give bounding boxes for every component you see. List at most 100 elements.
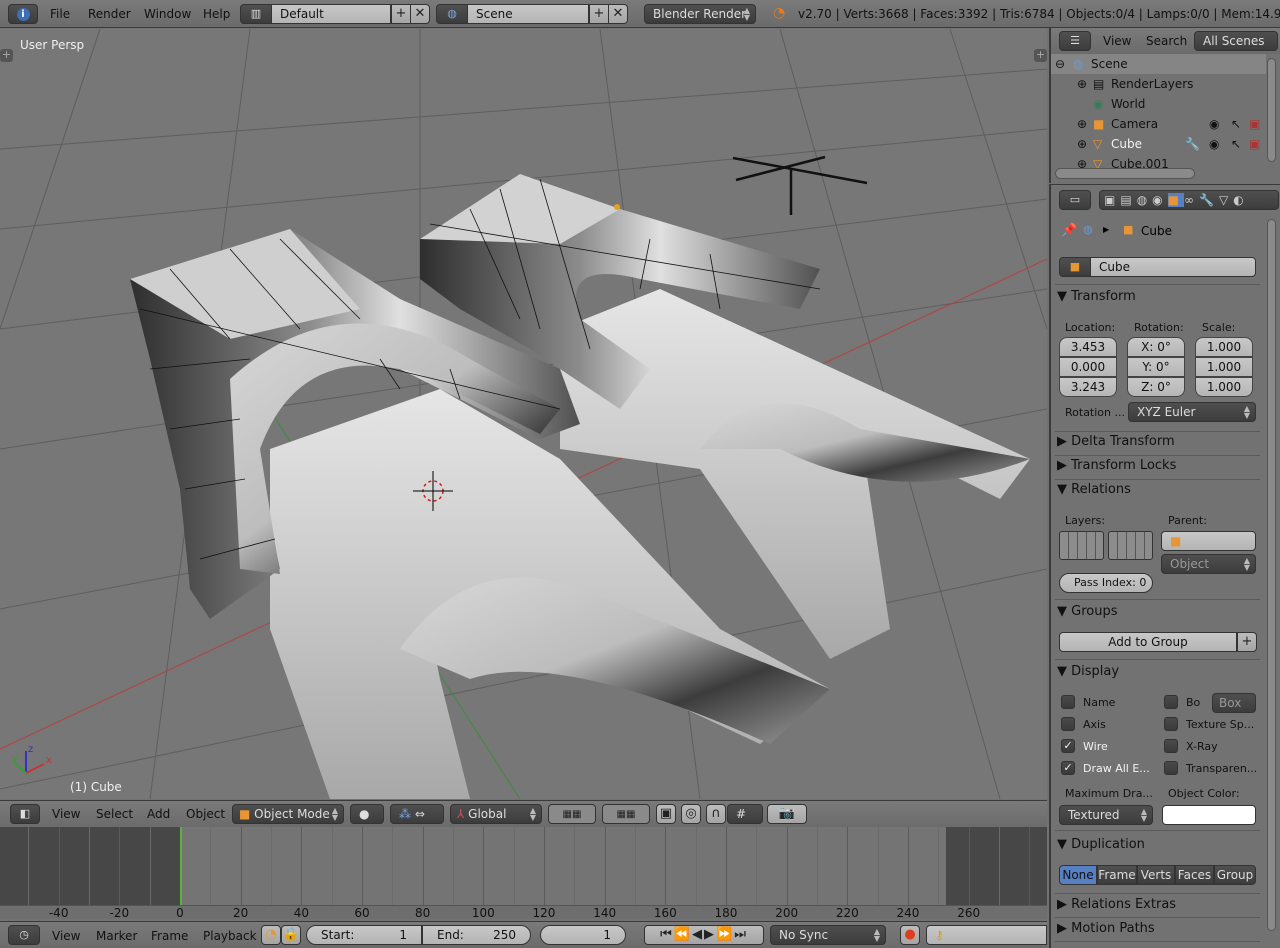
display-mode-dropdown[interactable]: All Scenes [1194, 31, 1278, 51]
sync-mode-dropdown[interactable]: No Sync ▲ ▼ [770, 925, 886, 945]
render-tab-icon[interactable]: ▣ [1104, 193, 1120, 207]
object-browse[interactable]: ■ [1059, 257, 1091, 277]
scene-field[interactable]: Scene [467, 4, 589, 24]
outliner-vscrollbar[interactable] [1267, 58, 1276, 162]
outliner-row-cube[interactable]: ⊕ ▽ Cube 🔧 ◉ ↖ ▣ [1051, 134, 1266, 154]
expand-icon[interactable]: ⊕ [1077, 74, 1087, 94]
menu-file[interactable]: File [50, 7, 70, 21]
jump-start-icon[interactable]: ⏮ [660, 927, 674, 942]
constraints-tab-icon[interactable]: ∞ [1184, 193, 1199, 207]
menu-playback[interactable]: Playback [203, 929, 257, 943]
outliner-hscrollbar[interactable] [1055, 168, 1195, 179]
outliner-row-renderlayers[interactable]: ⊕ ▤ RenderLayers [1051, 74, 1266, 94]
delete-scene-button[interactable]: ✕ [608, 4, 628, 24]
viewport-shading-dropdown[interactable]: ● [350, 804, 384, 824]
scene-tab-icon[interactable]: ◍ [1137, 193, 1152, 207]
render-buttons[interactable]: 📷 [767, 804, 807, 824]
menu-render[interactable]: Render [88, 7, 131, 21]
material-tab-icon[interactable]: ◐ [1233, 193, 1248, 207]
menu-help[interactable]: Help [203, 7, 230, 21]
collapse-icon[interactable]: ⊖ [1055, 54, 1065, 74]
timeline-area[interactable] [0, 827, 1061, 905]
menu-search[interactable]: Search [1146, 34, 1187, 48]
expand-icon[interactable]: ⊕ [1077, 134, 1087, 154]
outliner-row-cube-001[interactable]: ⊕ ▽ Cube.001 [1051, 154, 1266, 168]
properties-vscrollbar[interactable] [1267, 219, 1276, 931]
menu-object[interactable]: Object [186, 807, 225, 821]
expand-icon[interactable]: ⊕ [1077, 114, 1087, 134]
bounds-type-dropdown[interactable]: Box [1212, 693, 1256, 713]
visibility-icon[interactable]: ◉ [1209, 134, 1219, 154]
scale-z-field[interactable]: 1.000 [1195, 377, 1253, 397]
panel-groups-header[interactable]: ▼ Groups [1057, 604, 1257, 619]
object-color-swatch[interactable] [1162, 805, 1256, 825]
snap-element-dropdown[interactable]: # [727, 804, 763, 824]
lock-camera-layers-button[interactable]: ▣ [656, 804, 676, 824]
wire-checkbox[interactable]: ✓ [1061, 739, 1075, 753]
duplication-frame[interactable]: Frame [1097, 865, 1137, 885]
snap-toggle[interactable]: ∩ [706, 804, 726, 824]
playback-controls[interactable]: ⏮⏪◀▶⏩⏭ [644, 925, 764, 945]
context-tabs[interactable]: ▣▤◍◉■∞🔧▽◐ [1099, 190, 1279, 210]
axis-checkbox[interactable] [1061, 717, 1075, 731]
scale-x-field[interactable]: 1.000 [1195, 337, 1253, 357]
menu-view[interactable]: View [52, 807, 80, 821]
add-to-group-button[interactable]: Add to Group [1059, 632, 1237, 652]
panel-transform-locks-header[interactable]: ▶ Transform Locks [1057, 458, 1257, 473]
screen-layout-field[interactable]: Default [271, 4, 391, 24]
texture-space-checkbox[interactable] [1164, 717, 1178, 731]
layers-tab-icon[interactable]: ▤ [1120, 193, 1136, 207]
expand-icon[interactable]: ⊕ [1077, 154, 1087, 168]
start-frame-field[interactable]: Start: 1 [306, 925, 422, 945]
outliner-row-camera[interactable]: ⊕ ■ Camera ◉ ↖ ▣ [1051, 114, 1266, 134]
timeline-ruler[interactable]: -40 -20 0 20 40 60 80 100 120 140 160 180 200 220 240 2… [0, 905, 1047, 920]
panel-transform-header[interactable]: ▼ Transform [1057, 289, 1257, 304]
rotation-x-field[interactable]: X: 0° [1127, 337, 1185, 357]
toolshelf-toggle[interactable]: + [0, 49, 13, 62]
menu-view[interactable]: View [1103, 34, 1131, 48]
transparency-checkbox[interactable] [1164, 761, 1178, 775]
menu-marker[interactable]: Marker [96, 929, 137, 943]
location-z-field[interactable]: 3.243 [1059, 377, 1117, 397]
visibility-icon[interactable]: ◉ [1209, 114, 1219, 134]
menu-window[interactable]: Window [144, 7, 191, 21]
preview-range-button[interactable]: ◔ [261, 925, 281, 945]
transform-orientation-dropdown[interactable]: ⅄ Global ▲ ▼ [450, 804, 542, 824]
panel-relations-header[interactable]: ▼ Relations [1057, 482, 1257, 497]
menu-view[interactable]: View [52, 929, 80, 943]
end-frame-field[interactable]: End: 250 [422, 925, 531, 945]
modifiers-tab-icon[interactable]: 🔧 [1199, 193, 1219, 207]
outliner-row-world[interactable]: ◉ World [1051, 94, 1266, 114]
editor-type-button[interactable]: ▭ [1059, 190, 1091, 210]
editor-type-button[interactable]: ◷ [8, 925, 40, 945]
object-name-field[interactable]: Cube [1090, 257, 1256, 277]
rotation-mode-dropdown[interactable]: XYZ Euler ▲ ▼ [1128, 402, 1256, 422]
auto-keyframe-button[interactable]: ● [900, 925, 920, 945]
layer-buttons-1[interactable]: ▦▦ [548, 804, 596, 824]
3d-viewport[interactable]: z x y User Persp (1) Cube + + [0, 29, 1047, 799]
bounds-checkbox[interactable] [1164, 695, 1178, 709]
current-frame-field[interactable]: 1 [540, 925, 626, 945]
prev-keyframe-icon[interactable]: ⏪ [674, 927, 692, 942]
play-icon[interactable]: ▶ [704, 927, 716, 942]
next-keyframe-icon[interactable]: ⏩ [716, 927, 734, 942]
menu-select[interactable]: Select [96, 807, 133, 821]
new-group-button[interactable]: + [1237, 632, 1257, 652]
add-layout-button[interactable]: + [391, 4, 411, 24]
scale-y-field[interactable]: 1.000 [1195, 357, 1253, 377]
max-draw-type-dropdown[interactable]: Textured ▲ ▼ [1059, 805, 1153, 825]
render-icon[interactable]: ▣ [1249, 134, 1260, 154]
panel-display-header[interactable]: ▼ Display [1057, 664, 1257, 679]
add-scene-button[interactable]: + [589, 4, 609, 24]
empty-object[interactable] [732, 155, 868, 215]
editor-type-button[interactable]: i [8, 4, 38, 24]
menu-frame[interactable]: Frame [151, 929, 188, 943]
rotation-z-field[interactable]: Z: 0° [1127, 377, 1185, 397]
scene-browse[interactable]: ◍ [436, 4, 468, 24]
mode-dropdown[interactable]: ■ Object Mode ▲ ▼ [232, 804, 344, 824]
world-tab-icon[interactable]: ◉ [1152, 193, 1167, 207]
panel-motion-paths-header[interactable]: ▶ Motion Paths [1057, 921, 1257, 936]
select-cursor-icon[interactable]: ↖ [1231, 114, 1241, 134]
panel-duplication-header[interactable]: ▼ Duplication [1057, 837, 1257, 852]
panel-relations-extras-header[interactable]: ▶ Relations Extras [1057, 897, 1257, 912]
